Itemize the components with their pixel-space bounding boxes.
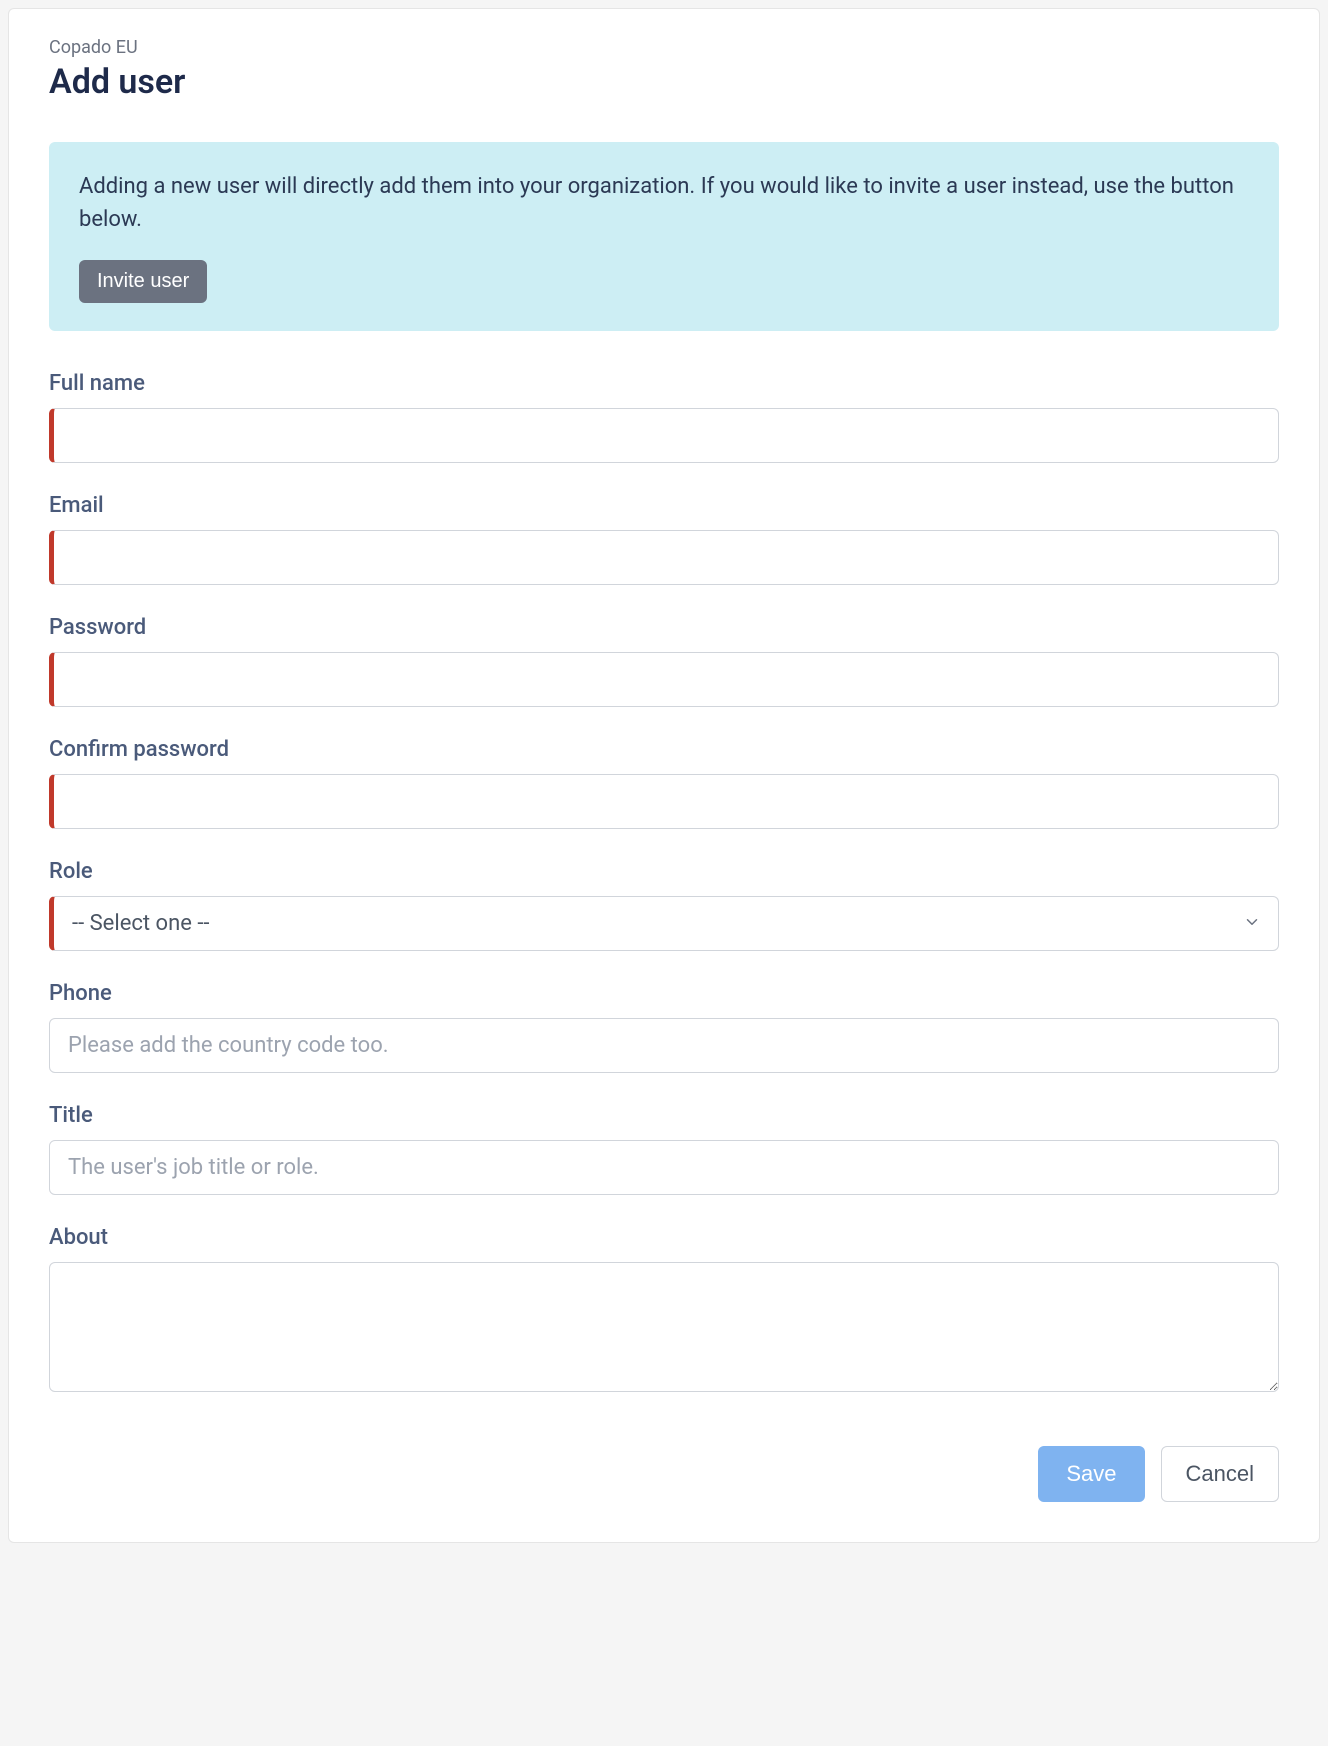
- info-box: Adding a new user will directly add them…: [49, 142, 1279, 331]
- title-group: Title: [49, 1103, 1279, 1195]
- password-label: Password: [49, 615, 1279, 640]
- page-title: Add user: [49, 62, 1279, 102]
- breadcrumb: Copado EU: [49, 37, 1279, 58]
- confirm-password-input[interactable]: [49, 774, 1279, 829]
- add-user-card: Copado EU Add user Adding a new user wil…: [8, 8, 1320, 1543]
- invite-user-button[interactable]: Invite user: [79, 260, 207, 303]
- form-actions: Save Cancel: [49, 1446, 1279, 1502]
- title-input[interactable]: [49, 1140, 1279, 1195]
- about-group: About: [49, 1225, 1279, 1396]
- confirm-password-label: Confirm password: [49, 737, 1279, 762]
- full-name-label: Full name: [49, 371, 1279, 396]
- email-group: Email: [49, 493, 1279, 585]
- full-name-group: Full name: [49, 371, 1279, 463]
- role-select[interactable]: -- Select one --: [49, 896, 1279, 951]
- save-button[interactable]: Save: [1038, 1446, 1144, 1502]
- email-label: Email: [49, 493, 1279, 518]
- role-group: Role -- Select one --: [49, 859, 1279, 951]
- role-label: Role: [49, 859, 1279, 884]
- email-input[interactable]: [49, 530, 1279, 585]
- password-group: Password: [49, 615, 1279, 707]
- title-field-label: Title: [49, 1103, 1279, 1128]
- about-label: About: [49, 1225, 1279, 1250]
- password-input[interactable]: [49, 652, 1279, 707]
- phone-label: Phone: [49, 981, 1279, 1006]
- role-select-wrapper: -- Select one --: [49, 896, 1279, 951]
- full-name-input[interactable]: [49, 408, 1279, 463]
- confirm-password-group: Confirm password: [49, 737, 1279, 829]
- cancel-button[interactable]: Cancel: [1161, 1446, 1279, 1502]
- about-textarea[interactable]: [49, 1262, 1279, 1392]
- phone-group: Phone: [49, 981, 1279, 1073]
- phone-input[interactable]: [49, 1018, 1279, 1073]
- info-text: Adding a new user will directly add them…: [79, 170, 1249, 236]
